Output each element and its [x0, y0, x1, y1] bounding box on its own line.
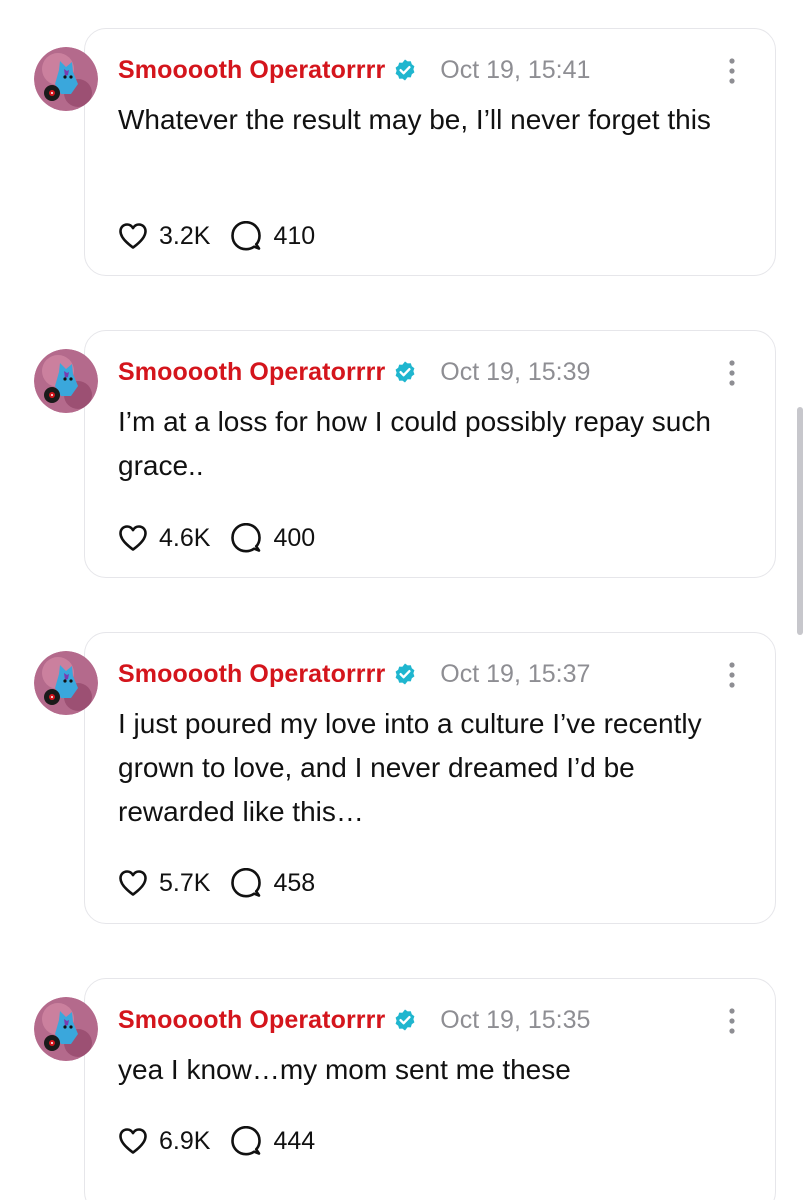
post-timestamp[interactable]: Oct 19, 15:39 — [440, 358, 590, 387]
post-card[interactable]: Smooooth Operatorrrr Oct 19, 15:37 I jus… — [84, 632, 776, 924]
post-card[interactable]: Smooooth Operatorrrr Oct 19, 15:35 yea I… — [84, 978, 776, 1200]
like-button[interactable]: 5.7K — [118, 869, 210, 898]
reply-button[interactable]: 400 — [230, 523, 315, 553]
more-vertical-icon[interactable] — [727, 1007, 737, 1035]
post-actions: 4.6K 400 — [118, 521, 315, 555]
post-header: Smooooth Operatorrrr Oct 19, 15:37 — [118, 659, 590, 689]
post-header: Smooooth Operatorrrr Oct 19, 15:35 — [118, 1005, 590, 1035]
like-button[interactable]: 4.6K — [118, 524, 210, 553]
avatar[interactable] — [34, 997, 98, 1061]
reply-button[interactable]: 444 — [230, 1126, 315, 1156]
post-actions: 6.9K 444 — [118, 1124, 315, 1158]
post-actions: 5.7K 458 — [118, 866, 315, 900]
like-button[interactable]: 6.9K — [118, 1127, 210, 1156]
verified-badge-icon — [395, 361, 415, 383]
post-header: Smooooth Operatorrrr Oct 19, 15:39 — [118, 357, 590, 387]
post-text: Whatever the result may be, I’ll never f… — [118, 104, 711, 135]
verified-badge-icon — [395, 59, 415, 81]
like-count: 6.9K — [159, 1126, 211, 1155]
comment-bubble-icon — [231, 868, 262, 898]
author-name[interactable]: Smooooth Operatorrrr — [118, 358, 385, 387]
like-button[interactable]: 3.2K — [118, 222, 210, 251]
more-vertical-icon[interactable] — [727, 661, 737, 689]
avatar-image — [34, 47, 98, 111]
post-timestamp[interactable]: Oct 19, 15:37 — [440, 660, 590, 689]
scrollbar[interactable] — [797, 407, 803, 635]
post-timestamp[interactable]: Oct 19, 15:35 — [440, 1006, 590, 1035]
author-name[interactable]: Smooooth Operatorrrr — [118, 1006, 385, 1035]
author-name[interactable]: Smooooth Operatorrrr — [118, 660, 385, 689]
reply-count: 444 — [273, 1126, 316, 1155]
more-vertical-icon[interactable] — [727, 57, 737, 85]
post: Smooooth Operatorrrr Oct 19, 15:39 I’m a… — [0, 302, 810, 602]
post-actions: 3.2K 410 — [118, 219, 315, 253]
post-text: yea I know…my mom sent me these — [118, 1054, 571, 1085]
comment-bubble-icon — [231, 1126, 262, 1156]
post-timestamp[interactable]: Oct 19, 15:41 — [440, 56, 590, 85]
post: Smooooth Operatorrrr Oct 19, 15:35 yea I… — [0, 950, 810, 1200]
avatar[interactable] — [34, 651, 98, 715]
avatar[interactable] — [34, 349, 98, 413]
more-vertical-icon[interactable] — [727, 359, 737, 387]
heart-icon — [119, 525, 147, 551]
avatar-image — [34, 651, 98, 715]
post-card[interactable]: Smooooth Operatorrrr Oct 19, 15:39 I’m a… — [84, 330, 776, 578]
like-count: 5.7K — [159, 868, 211, 897]
reply-count: 400 — [273, 523, 316, 552]
avatar-image — [34, 997, 98, 1061]
post-text: I just poured my love into a culture I’v… — [118, 708, 702, 827]
avatar[interactable] — [34, 47, 98, 111]
heart-icon — [119, 223, 147, 249]
heart-icon — [119, 1128, 147, 1154]
reply-count: 410 — [273, 221, 316, 250]
post: Smooooth Operatorrrr Oct 19, 15:41 Whate… — [0, 0, 810, 300]
reply-button[interactable]: 458 — [230, 868, 315, 898]
comment-bubble-icon — [231, 523, 262, 553]
heart-icon — [119, 870, 147, 896]
comment-bubble-icon — [231, 221, 262, 251]
like-count: 4.6K — [159, 523, 211, 552]
reply-button[interactable]: 410 — [230, 221, 315, 251]
post-card[interactable]: Smooooth Operatorrrr Oct 19, 15:41 Whate… — [84, 28, 776, 276]
avatar-image — [34, 349, 98, 413]
post: Smooooth Operatorrrr Oct 19, 15:37 I jus… — [0, 604, 810, 950]
post-text: I’m at a loss for how I could possibly r… — [118, 406, 711, 481]
verified-badge-icon — [395, 663, 415, 685]
reply-count: 458 — [273, 868, 316, 897]
post-header: Smooooth Operatorrrr Oct 19, 15:41 — [118, 55, 590, 85]
post-feed: Smooooth Operatorrrr Oct 19, 15:41 Whate… — [0, 0, 810, 1200]
like-count: 3.2K — [159, 221, 211, 250]
author-name[interactable]: Smooooth Operatorrrr — [118, 56, 385, 85]
verified-badge-icon — [395, 1009, 415, 1031]
